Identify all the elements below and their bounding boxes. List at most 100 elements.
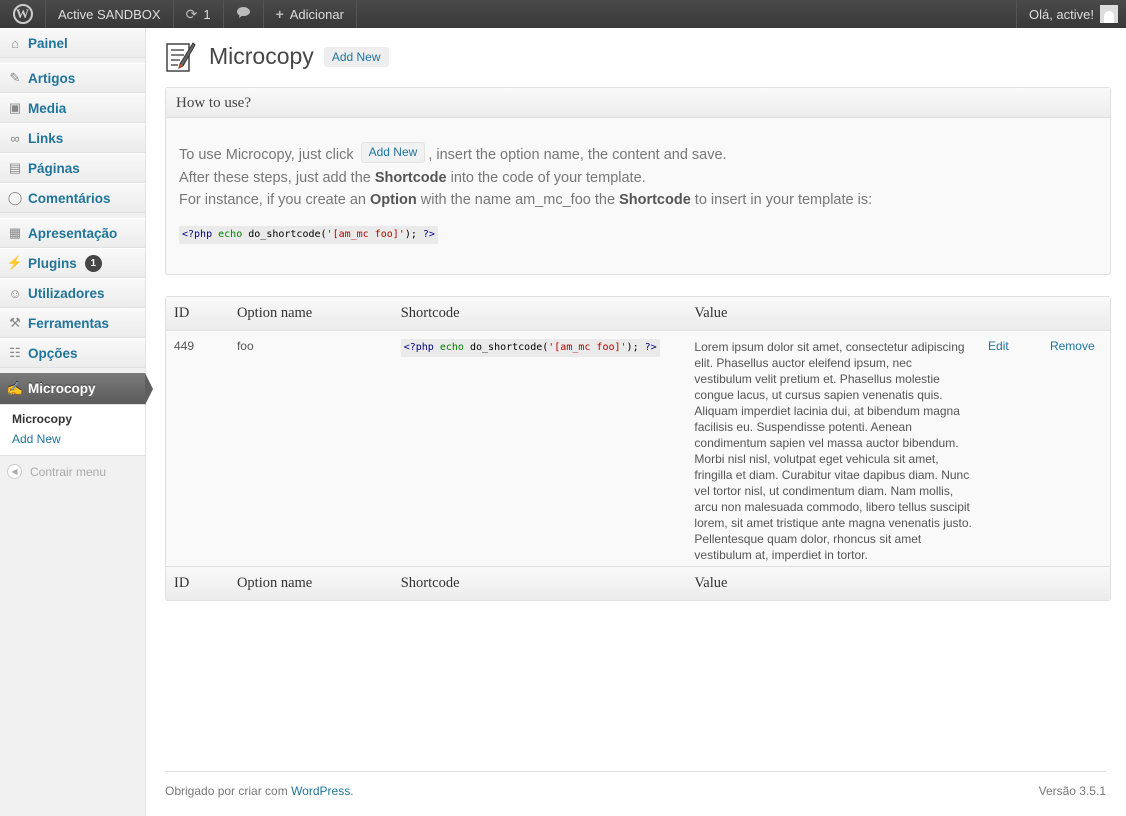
footer-column-value: Value (686, 566, 981, 600)
how-to-use-title: How to use? (166, 88, 1110, 118)
sidebar-item-label: Artigos (28, 70, 76, 86)
instruction-bold: Shortcode (374, 169, 447, 186)
code-php-close: ?> (422, 228, 435, 240)
code-php-open: <?php (403, 342, 434, 353)
code-string: '[am_mc foo]' (548, 342, 627, 353)
page-title: Microcopy (209, 42, 314, 69)
code-echo: echo (218, 228, 243, 240)
sidebar-item-label: Plugins (28, 255, 77, 271)
code-close-paren: ); (404, 228, 417, 240)
column-header-option-name: Option name (228, 297, 393, 331)
sidebar-item-label: Painel (28, 35, 68, 51)
example-code-line: <?php echo do_shortcode('[am_mc foo]'); … (179, 222, 1097, 245)
cell-id: 449 (166, 331, 229, 566)
wordpress-link[interactable]: WordPress (291, 784, 350, 798)
sidebar-item-comentarios[interactable]: ◯ Comentários (0, 183, 145, 213)
instruction-text: , insert the option name, the content an… (428, 147, 727, 163)
admin-footer: Obrigado por criar com WordPress. Versão… (165, 771, 1106, 798)
avatar (1100, 5, 1118, 23)
instruction-text: After these steps, just add the (179, 169, 371, 186)
comments-link[interactable] (224, 0, 264, 28)
table-header: ID Option name Shortcode Value (166, 297, 1110, 331)
footer-version: Versão 3.5.1 (1038, 784, 1106, 798)
code-php-close: ?> (644, 342, 657, 353)
footer-thanks: Obrigado por criar com WordPress. (165, 784, 354, 798)
add-new-label: Adicionar (289, 6, 344, 22)
admin-bar: W Active SANDBOX ⟳ 1 + Adicionar Olá, ac… (0, 0, 1126, 28)
sidebar-item-utilizadores[interactable]: ☺ Utilizadores (0, 278, 145, 308)
comment-bubble-icon (236, 6, 251, 22)
sidebar-item-opcoes[interactable]: ☷ Opções (0, 338, 145, 368)
submenu-item-add-new[interactable]: Add New (0, 429, 145, 449)
refresh-icon: ⟳ (185, 5, 198, 22)
sidebar-item-label: Ferramentas (28, 315, 110, 331)
instruction-line-1: To use Microcopy, just click Add New, in… (179, 142, 1097, 167)
column-header-value: Value (686, 297, 981, 331)
cell-shortcode: <?php echo do_shortcode('[am_mc foo]'); … (392, 331, 687, 566)
pages-icon: ▤ (8, 160, 22, 175)
code-string: '[am_mc foo]' (326, 228, 405, 240)
sidebar-item-media[interactable]: ▣ Media (0, 93, 145, 123)
admin-sidebar: ⌂ Painel ✎ Artigos ▣ Media ∞ Links ▤ Pág… (0, 28, 153, 816)
comment-icon: ◯ (7, 190, 23, 205)
code-close-paren: ); (626, 342, 639, 353)
my-account-menu[interactable]: Olá, active! (1015, 0, 1126, 28)
sidebar-item-plugins[interactable]: ⚡ Plugins 1 (0, 248, 145, 278)
site-name-label: Active SANDBOX (58, 6, 161, 22)
sidebar-item-label: Utilizadores (28, 285, 105, 301)
link-icon: ∞ (10, 130, 20, 146)
submenu-item-microcopy[interactable]: Microcopy (0, 409, 145, 429)
microcopy-page-icon (165, 39, 197, 73)
wordpress-logo-menu[interactable]: W (0, 0, 46, 28)
plus-icon: + (275, 6, 284, 22)
plugins-update-badge: 1 (84, 254, 102, 272)
site-name-link[interactable]: Active SANDBOX (46, 0, 174, 28)
microcopy-icon: ✍ (6, 380, 24, 396)
how-to-use-content: To use Microcopy, just click Add New, in… (166, 118, 1110, 274)
column-header-edit (980, 297, 1042, 331)
row-shortcode: <?php echo do_shortcode('[am_mc foo]'); … (400, 339, 660, 357)
remove-link[interactable]: Remove (1050, 339, 1095, 353)
wordpress-logo-icon: W (12, 4, 33, 24)
sidebar-item-label: Opções (28, 345, 78, 361)
collapse-menu-button[interactable]: ◀ Contrair menu (0, 456, 145, 487)
sidebar-item-apresentacao[interactable]: ▦ Apresentação (0, 218, 145, 248)
sidebar-item-painel[interactable]: ⌂ Painel (0, 28, 145, 58)
sidebar-item-ferramentas[interactable]: ⚒ Ferramentas (0, 308, 145, 338)
sidebar-item-artigos[interactable]: ✎ Artigos (0, 63, 145, 93)
cell-value: Lorem ipsum dolor sit amet, consectetur … (686, 331, 981, 566)
sidebar-item-paginas[interactable]: ▤ Páginas (0, 153, 145, 183)
collapse-arrow-icon: ◀ (7, 464, 22, 479)
new-content-menu[interactable]: + Adicionar (264, 0, 357, 28)
table-row: 449 foo <?php echo do_shortcode('[am_mc … (166, 331, 1110, 566)
example-shortcode: <?php echo do_shortcode('[am_mc foo]'); … (179, 225, 438, 244)
sidebar-item-microcopy[interactable]: ✍ Microcopy (0, 373, 153, 405)
sidebar-item-label: Links (28, 130, 64, 146)
inline-add-new-button[interactable]: Add New (360, 142, 426, 163)
greeting-label: Olá, active! (1028, 6, 1094, 22)
sidebar-item-label: Páginas (28, 160, 80, 176)
footer-column-remove (1041, 566, 1110, 600)
microcopy-submenu: Microcopy Add New (0, 405, 145, 456)
instruction-bold: Shortcode (619, 192, 691, 208)
edit-link[interactable]: Edit (988, 339, 1009, 353)
page-header: Microcopy Add New (165, 38, 1111, 74)
updates-link[interactable]: ⟳ 1 (174, 0, 224, 28)
sidebar-item-label: Comentários (28, 190, 111, 206)
sidebar-item-links[interactable]: ∞ Links (0, 123, 145, 153)
add-new-button[interactable]: Add New (323, 47, 389, 67)
admin-bar-spacer (357, 0, 1016, 28)
cell-option-name: foo (228, 331, 393, 566)
instruction-line-2: After these steps, just add the Shortcod… (179, 167, 1097, 190)
media-icon: ▣ (8, 100, 22, 115)
code-function: do_shortcode( (248, 228, 327, 240)
instruction-text: For instance, if you create an (179, 192, 366, 208)
main-content: Microcopy Add New How to use? To use Mic… (165, 28, 1111, 601)
column-header-id: ID (166, 297, 229, 331)
how-to-use-box: How to use? To use Microcopy, just click… (165, 87, 1111, 275)
sidebar-item-label: Media (28, 100, 67, 116)
instruction-text: with the name am_mc_foo the (420, 192, 616, 208)
settings-icon: ☷ (9, 345, 21, 360)
code-echo: echo (439, 342, 464, 353)
collapse-menu-label: Contrair menu (30, 464, 107, 479)
